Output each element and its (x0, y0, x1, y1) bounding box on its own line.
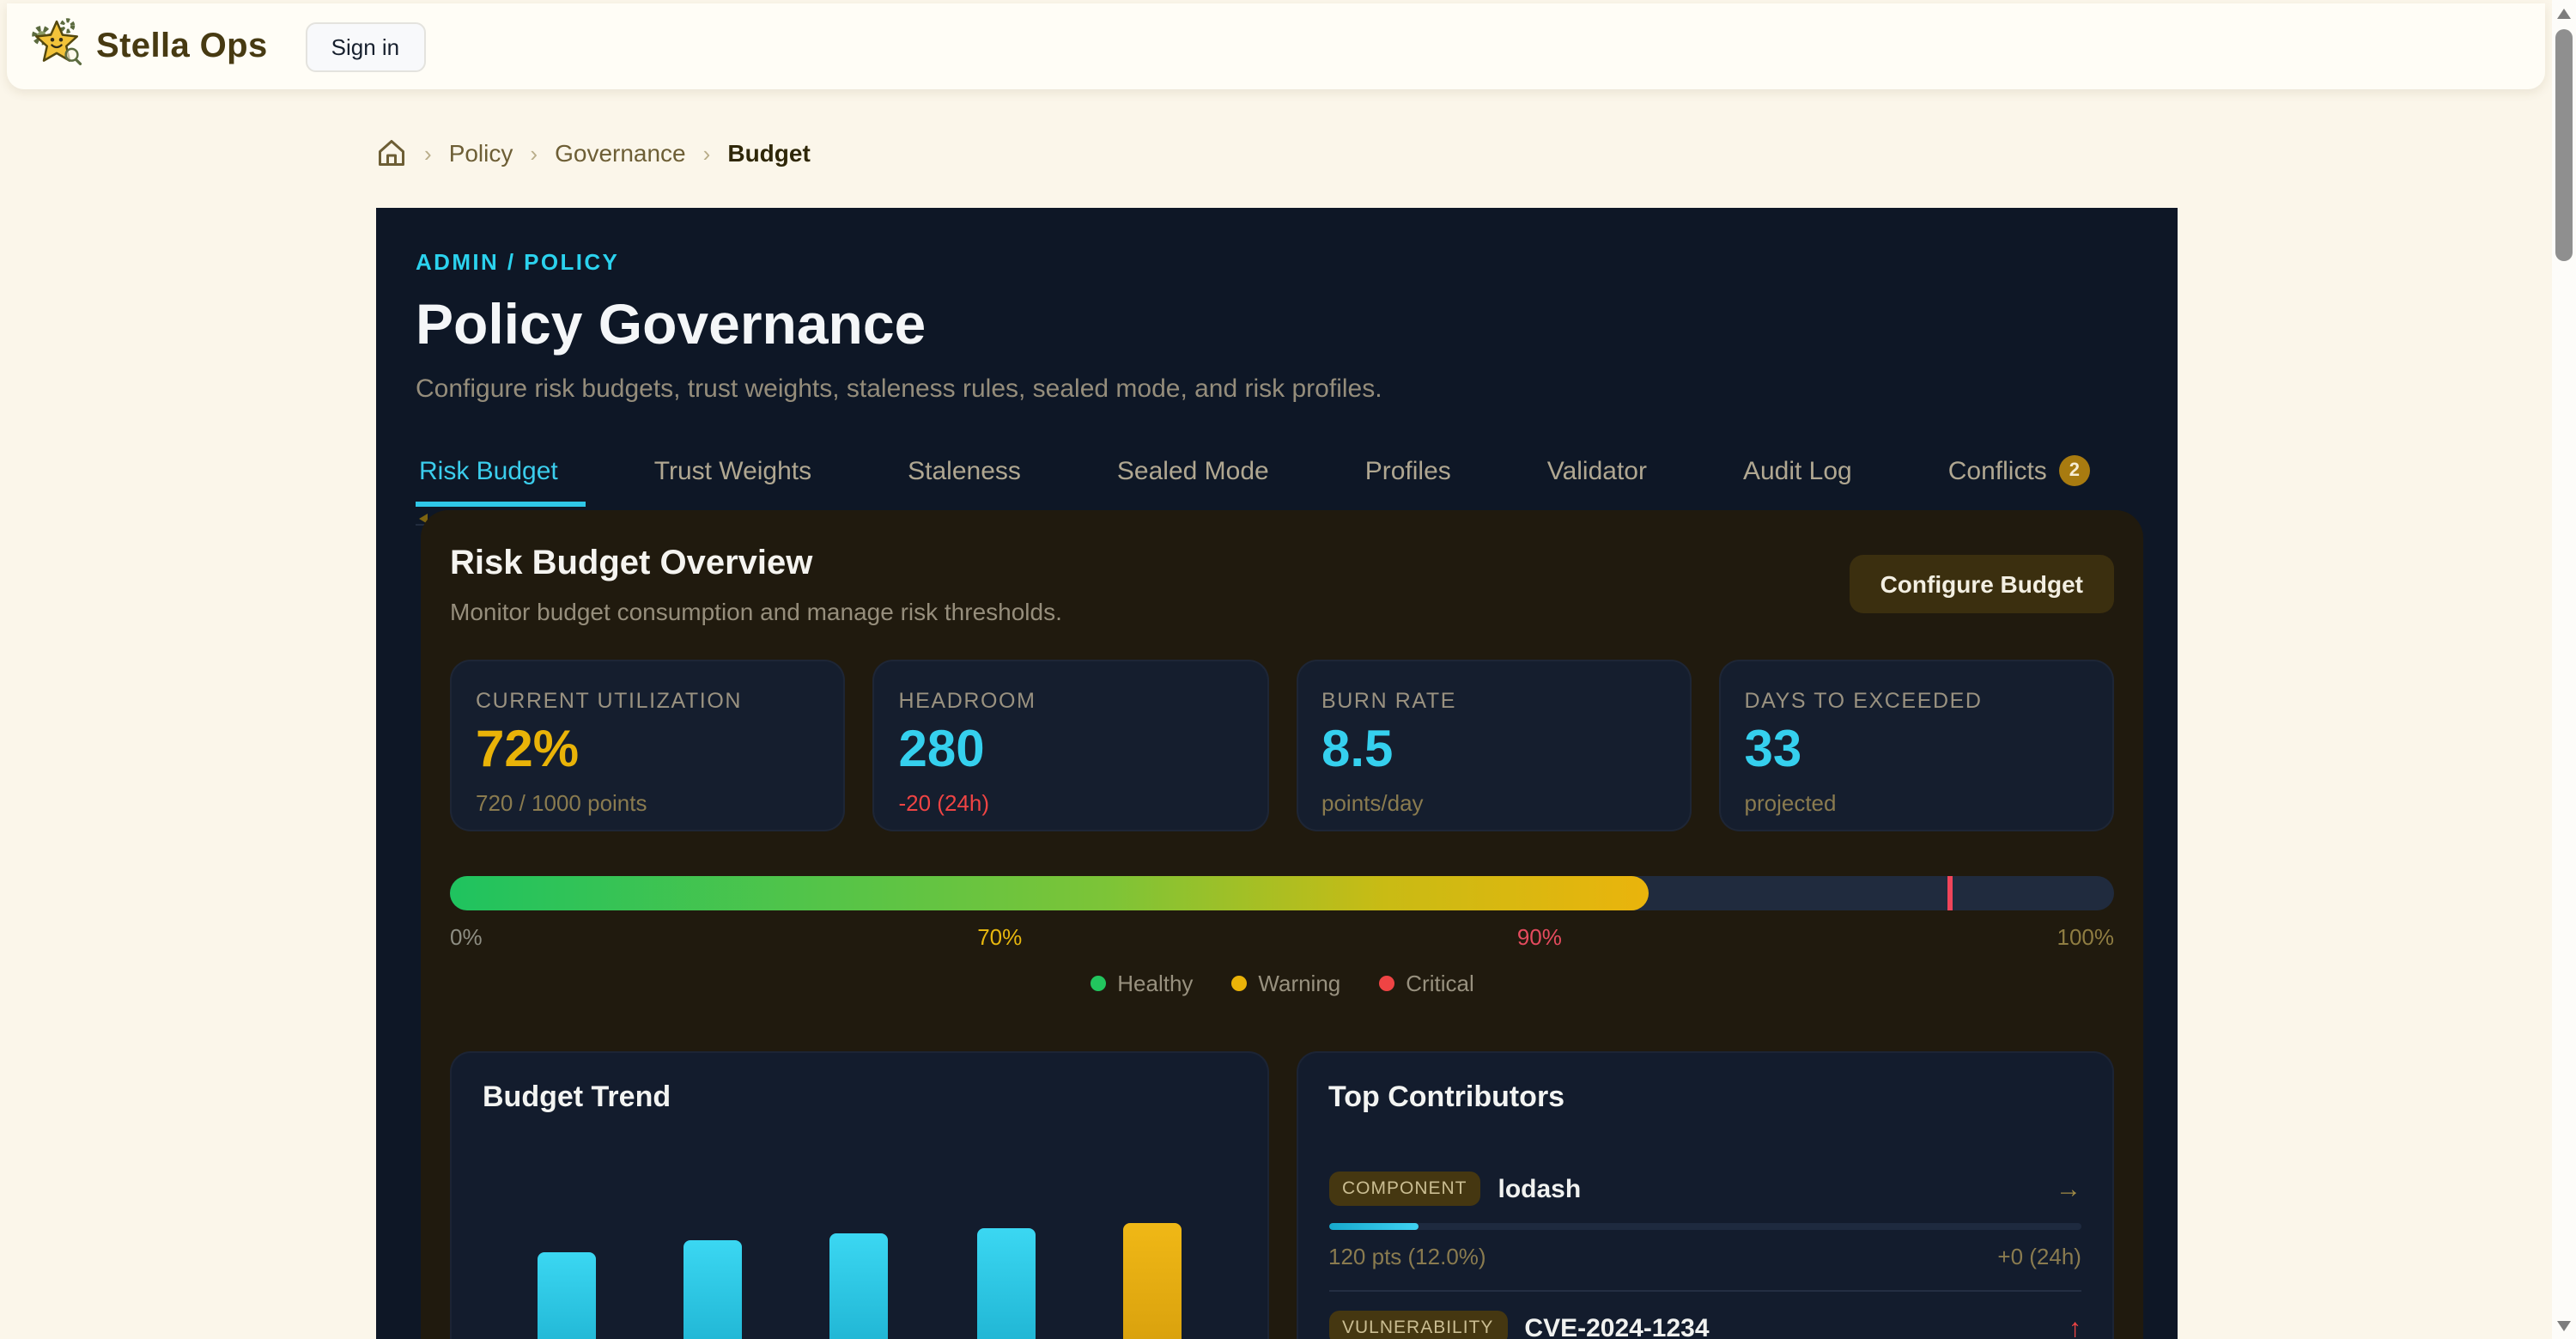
budget-trend-title: Budget Trend (483, 1080, 1236, 1115)
chevron-right-icon: › (530, 140, 538, 166)
breadcrumb: › Policy › Governance › Budget (376, 137, 811, 168)
home-icon[interactable] (376, 137, 407, 168)
risk-budget-overview-card: Risk Budget Overview Monitor budget cons… (421, 510, 2143, 1339)
progress-fill (450, 876, 1648, 910)
sign-in-button[interactable]: Sign in (306, 21, 426, 71)
configure-budget-button[interactable]: Configure Budget (1850, 555, 2114, 613)
stat-value: 72% (476, 723, 820, 777)
status-legend: Healthy Warning Critical (450, 971, 2114, 996)
trend-bar (1123, 1223, 1182, 1339)
stat-value: 8.5 (1321, 723, 1666, 777)
stat-sub: 720 / 1000 points (476, 789, 820, 815)
trend-bar (976, 1228, 1035, 1339)
brand-title: Stella Ops (96, 27, 268, 66)
browser-scrollbar[interactable] (2552, 0, 2576, 1339)
type-badge: VULNERABILITY (1328, 1311, 1507, 1339)
contributor-points: 120 pts (12.0%) (1328, 1244, 1486, 1269)
tab-profiles[interactable]: Profiles (1362, 441, 1455, 507)
stat-days-to-exceeded: DAYS TO EXCEEDED 33 projected (1719, 660, 2115, 831)
scrollbar-down-icon[interactable] (2556, 1321, 2570, 1331)
breadcrumb-policy[interactable]: Policy (449, 139, 513, 167)
type-badge: COMPONENT (1328, 1172, 1481, 1206)
overview-title: Risk Budget Overview (450, 545, 1062, 584)
page-subtitle: Configure risk budgets, trust weights, s… (416, 374, 2138, 404)
trend-bar (829, 1233, 888, 1339)
tab-risk-budget[interactable]: Risk Budget (416, 441, 562, 507)
warning-dot-icon (1230, 976, 1246, 991)
tick-label: 100% (2057, 924, 2115, 950)
tick-label: 70% (977, 924, 1022, 950)
budget-trend-card: Budget Trend 12/1 12/8 12/15 12/22 12/29 (450, 1051, 1268, 1339)
breadcrumb-budget: Budget (727, 139, 810, 167)
tab-sealed-mode[interactable]: Sealed Mode (1114, 441, 1273, 507)
top-contributors-card: Top Contributors COMPONENT lodash → 120 … (1296, 1051, 2114, 1339)
stats-grid: CURRENT UTILIZATION 72% 720 / 1000 point… (450, 660, 2114, 831)
tab-trust-weights[interactable]: Trust Weights (651, 441, 815, 507)
stat-sub: points/day (1321, 789, 1666, 815)
trend-bar (537, 1252, 595, 1339)
trend-bar (683, 1240, 742, 1339)
tab-validator[interactable]: Validator (1544, 441, 1650, 507)
top-bar: Stella Ops Sign in (7, 3, 2545, 89)
tab-list: Risk Budget Trust Weights Staleness Seal… (416, 441, 2138, 507)
budget-trend-chart: 12/1 12/8 12/15 12/22 12/29 (483, 1184, 1236, 1339)
stat-current-utilization: CURRENT UTILIZATION 72% 720 / 1000 point… (450, 660, 846, 831)
stat-sub: -20 (24h) (899, 789, 1243, 815)
contributor-name: CVE-2024-1234 (1524, 1313, 1709, 1339)
progress-labels: 0% 70% 90% 100% (450, 924, 2114, 950)
contributor-bar (1328, 1223, 2081, 1230)
scrollbar-up-icon[interactable] (2556, 9, 2570, 19)
chevron-right-icon: › (703, 140, 711, 166)
stat-burn-rate: BURN RATE 8.5 points/day (1296, 660, 1692, 831)
progress-track (450, 876, 2114, 910)
contributor-row[interactable]: COMPONENT lodash → 120 pts (12.0%) +0 (2… (1328, 1153, 2081, 1292)
stat-sub: projected (1745, 789, 2089, 815)
tick-label: 90% (1517, 924, 1562, 950)
page: Stella Ops Sign in › Policy › Governance… (0, 0, 2576, 1339)
breadcrumb-governance[interactable]: Governance (555, 139, 686, 167)
contributor-name: lodash (1498, 1174, 1582, 1203)
utilization-progress: 0% 70% 90% 100% Healthy Warning Critical (450, 876, 2114, 996)
stat-headroom: HEADROOM 280 -20 (24h) (873, 660, 1269, 831)
page-title: Policy Governance (416, 292, 2138, 357)
tab-staleness[interactable]: Staleness (904, 441, 1024, 507)
conflicts-count-badge: 2 (2059, 455, 2090, 486)
stat-value: 280 (899, 723, 1243, 777)
tick-label: 0% (450, 924, 483, 950)
trend-arrow-icon: ↑ (2069, 1313, 2081, 1339)
top-contributors-title: Top Contributors (1328, 1080, 2081, 1115)
tab-conflicts[interactable]: Conflicts 2 (1945, 441, 2093, 507)
critical-threshold-marker (1947, 876, 1953, 910)
contributor-delta: +0 (24h) (1997, 1244, 2081, 1269)
healthy-dot-icon (1090, 976, 1105, 991)
section-eyebrow: ADMIN / POLICY (416, 249, 2138, 275)
trend-arrow-icon: → (2056, 1174, 2081, 1203)
stat-value: 33 (1745, 723, 2089, 777)
stella-ops-logo-icon (31, 16, 82, 76)
contributor-row[interactable]: VULNERABILITY CVE-2024-1234 ↑ 95 pts (9.… (1328, 1292, 2081, 1339)
chevron-right-icon: › (424, 140, 432, 166)
brand: Stella Ops (31, 16, 268, 76)
scrollbar-thumb[interactable] (2555, 29, 2573, 261)
critical-dot-icon (1378, 976, 1394, 991)
tab-audit-log[interactable]: Audit Log (1740, 441, 1856, 507)
overview-subtitle: Monitor budget consumption and manage ri… (450, 598, 1062, 625)
